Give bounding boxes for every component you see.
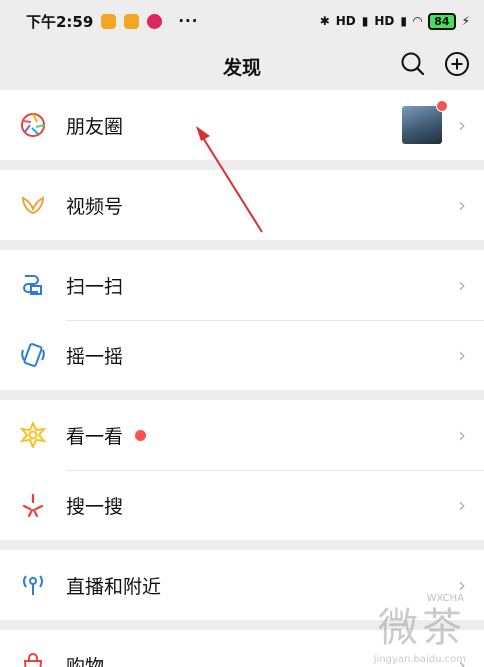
cell-label: 直播和附近 <box>66 575 162 598</box>
search-feature-icon <box>18 490 48 520</box>
watermark-site: jingyan.baidu.com <box>373 654 466 665</box>
battery-level: 84 <box>428 12 456 30</box>
cell-label: 看一看 <box>66 425 124 448</box>
moments-thumbnail <box>402 100 448 144</box>
moments-icon <box>18 110 48 140</box>
chevron-right-icon: › <box>458 273 466 297</box>
cell-scan[interactable]: 扫一扫 › <box>0 250 484 320</box>
chevron-right-icon: › <box>458 343 466 367</box>
group-scan-shake: 扫一扫 › 摇一摇 › <box>0 250 484 390</box>
cell-moments[interactable]: 朋友圈 › <box>0 90 484 160</box>
watermark: 微茶 WXCHA jingyan.baidu.com <box>374 593 466 665</box>
channels-icon <box>18 190 48 220</box>
scan-icon <box>18 270 48 300</box>
wifi-icon: ◠ <box>413 14 423 28</box>
cell-label: 摇一摇 <box>66 345 124 368</box>
bluetooth-icon: ✱ <box>319 14 330 28</box>
charging-icon: ⚡ <box>461 14 470 28</box>
search-icon[interactable] <box>400 51 426 77</box>
music-notification-icon <box>147 13 163 29</box>
watermark-tag: WXCHA <box>426 593 464 604</box>
more-notifications-icon: ··· <box>178 12 199 30</box>
cell-label: 搜一搜 <box>66 495 124 518</box>
watermark-text: 微茶 <box>378 605 466 651</box>
chevron-right-icon: › <box>458 493 466 517</box>
status-time: 下午2:59 <box>26 12 94 31</box>
cell-label: 朋友圈 <box>66 115 124 138</box>
cell-label: 扫一扫 <box>66 275 124 298</box>
cell-label: 视频号 <box>66 195 124 218</box>
plus-circle-icon[interactable] <box>444 51 470 77</box>
chevron-right-icon: › <box>458 423 466 447</box>
nav-bar: 发现 <box>0 42 484 90</box>
status-bar: 下午2:59 ··· ✱ HD ▮ HD ▮ ◠ 84 ⚡ <box>0 0 484 42</box>
cell-top-stories[interactable]: 看一看 › <box>0 400 484 470</box>
badge-dot <box>436 100 448 112</box>
group-channels: 视频号 › <box>0 170 484 240</box>
cell-shake[interactable]: 摇一摇 › <box>0 320 484 390</box>
shopping-icon <box>18 650 48 667</box>
group-moments: 朋友圈 › <box>0 90 484 160</box>
cell-label: 购物 <box>66 655 105 667</box>
app-notification-icon <box>101 13 117 29</box>
signal-bars-icon: ▮ <box>400 14 408 28</box>
top-stories-icon <box>18 420 48 450</box>
signal-bars-icon: ▮ <box>361 14 369 28</box>
page-title: 发现 <box>222 56 261 79</box>
badge-dot <box>135 429 147 441</box>
cell-channels[interactable]: 视频号 › <box>0 170 484 240</box>
signal-label-2: HD <box>374 14 395 28</box>
chevron-right-icon: › <box>458 113 466 137</box>
app-notification-icon <box>124 13 140 29</box>
shake-icon <box>18 340 48 370</box>
status-indicators: ✱ HD ▮ HD ▮ ◠ 84 ⚡ <box>319 12 470 30</box>
live-nearby-icon <box>18 570 48 600</box>
cell-search[interactable]: 搜一搜 › <box>0 470 484 540</box>
signal-label-1: HD <box>335 14 356 28</box>
chevron-right-icon: › <box>458 193 466 217</box>
group-stories-search: 看一看 › 搜一搜 › <box>0 400 484 540</box>
